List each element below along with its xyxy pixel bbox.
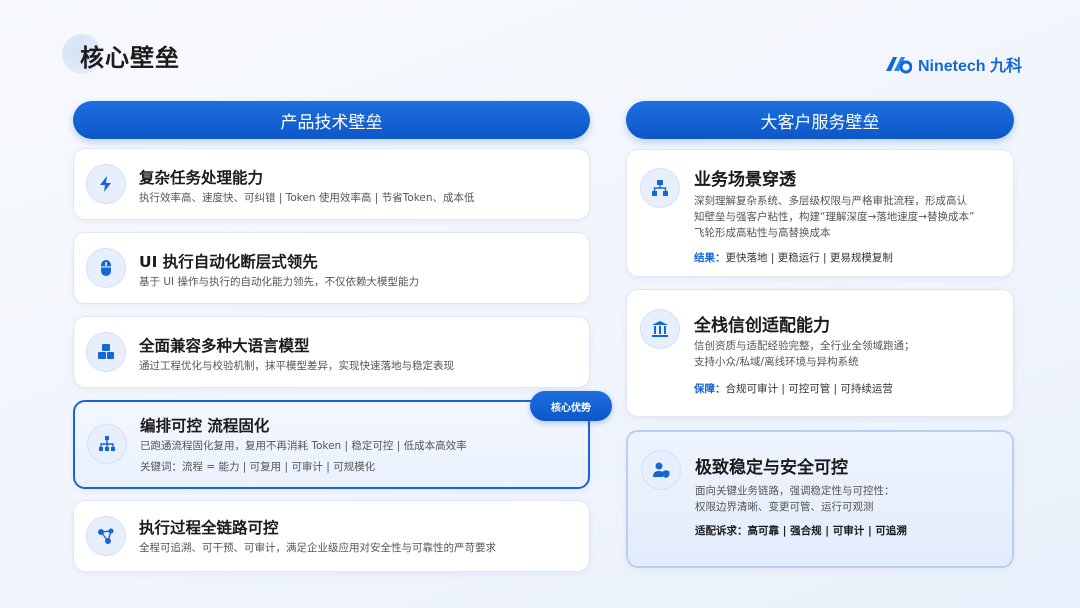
card-complex-task: 复杂任务处理能力 执行效率高、速度快、可纠错 | Token 使用效率高 | 节… — [73, 148, 590, 220]
card-desc-line: 面向关键业务链路，强调稳定性与可控性： — [695, 485, 895, 497]
result-text: 合规可审计 | 可控可管 | 可持续运营 — [725, 383, 893, 395]
card-desc-line: 知壁垒与强客户粘性，构建“理解深度→落地速度→替换成本” — [694, 211, 975, 223]
enterprise-service-header: 大客户服务壁垒 — [626, 101, 1014, 139]
card-title: 执行过程全链路可控 — [139, 519, 279, 537]
card-keywords: 关键词：流程 = 能力 | 可复用 | 可审计 | 可规模化 — [140, 461, 376, 473]
card-desc-line: 飞轮形成高粘性与高替换成本 — [694, 227, 831, 239]
logo-mark-icon — [886, 57, 912, 74]
card-desc: 通过工程优化与校验机制，抹平模型差异，实现快速落地与稳定表现 — [139, 360, 454, 372]
lightning-icon — [86, 164, 126, 204]
card-desc: 已跑通流程固化复用，复用不再消耗 Token | 稳定可控 | 低成本高效率 — [140, 440, 467, 452]
result-label: 结果： — [694, 252, 726, 264]
cubes-icon — [86, 332, 126, 372]
result-text: 更快落地 | 更稳运行 | 更易规模复制 — [725, 252, 893, 264]
user-shield-icon — [641, 450, 681, 490]
card-orchestration-highlight: 编排可控 流程固化 已跑通流程固化复用，复用不再消耗 Token | 稳定可控 … — [73, 400, 590, 489]
page-title: 核心壁垒 — [80, 43, 180, 72]
org-chart-icon — [640, 168, 680, 208]
nodes-icon — [86, 516, 126, 556]
card-ui-automation: UI 执行自动化断层式领先 基于 UI 操作与执行的自动化能力领先，不仅依赖大模… — [73, 232, 590, 304]
card-title: 复杂任务处理能力 — [139, 169, 264, 187]
card-xinchuang: 全栈信创适配能力 信创资质与适配经验完整，全行业全领域跑通； 支持小众/私域/离… — [626, 289, 1014, 417]
card-title: UI 执行自动化断层式领先 — [139, 253, 318, 271]
ninetech-logo: Ninetech 九科 — [884, 52, 1022, 76]
card-desc: 执行效率高、速度快、可纠错 | Token 使用效率高 | 节省Token、成本… — [139, 192, 475, 204]
card-desc: 基于 UI 操作与执行的自动化能力领先，不仅依赖大模型能力 — [139, 276, 419, 288]
card-desc: 全程可追溯、可干预、可审计，满足企业级应用对安全性与可靠性的严苛要求 — [139, 542, 496, 554]
card-requirement: 适配诉求：高可靠 | 强合规 | 可审计 | 可追溯 — [695, 525, 907, 537]
card-title: 全栈信创适配能力 — [694, 316, 830, 336]
card-title: 全面兼容多种大语言模型 — [139, 337, 310, 355]
card-llm-compat: 全面兼容多种大语言模型 通过工程优化与校验机制，抹平模型差异，实现快速落地与稳定… — [73, 316, 590, 388]
card-desc-line: 支持小众/私域/离线环境与异构系统 — [694, 356, 859, 368]
card-title: 业务场景穿透 — [694, 170, 796, 190]
card-title: 编排可控 流程固化 — [140, 417, 270, 435]
card-title: 极致稳定与安全可控 — [695, 458, 848, 478]
card-stability-security: 极致稳定与安全可控 面向关键业务链路，强调稳定性与可控性： 权限边界清晰、变更可… — [626, 430, 1014, 568]
sitemap-icon — [87, 424, 127, 464]
logo-text: Ninetech 九科 — [918, 58, 1023, 75]
core-advantage-badge: 核心优势 — [530, 391, 612, 421]
card-full-chain: 执行过程全链路可控 全程可追溯、可干预、可审计，满足企业级应用对安全性与可靠性的… — [73, 500, 590, 572]
card-result: 保障：合规可审计 | 可控可管 | 可持续运营 — [694, 381, 893, 396]
card-business-scene: 业务场景穿透 深刻理解复杂系统、多层级权限与严格审批流程，形成高认 知壁垒与强客… — [626, 149, 1014, 277]
result-label: 保障： — [694, 383, 726, 395]
card-desc-line: 权限边界清晰、变更可管、运行可观测 — [695, 501, 874, 513]
mouse-icon — [86, 248, 126, 288]
product-tech-header: 产品技术壁垒 — [73, 101, 590, 139]
card-desc-line: 信创资质与适配经验完整，全行业全领域跑通； — [694, 340, 915, 352]
bank-icon — [640, 309, 680, 349]
card-result: 结果：更快落地 | 更稳运行 | 更易规模复制 — [694, 250, 893, 265]
card-desc-line: 深刻理解复杂系统、多层级权限与严格审批流程，形成高认 — [694, 195, 967, 207]
